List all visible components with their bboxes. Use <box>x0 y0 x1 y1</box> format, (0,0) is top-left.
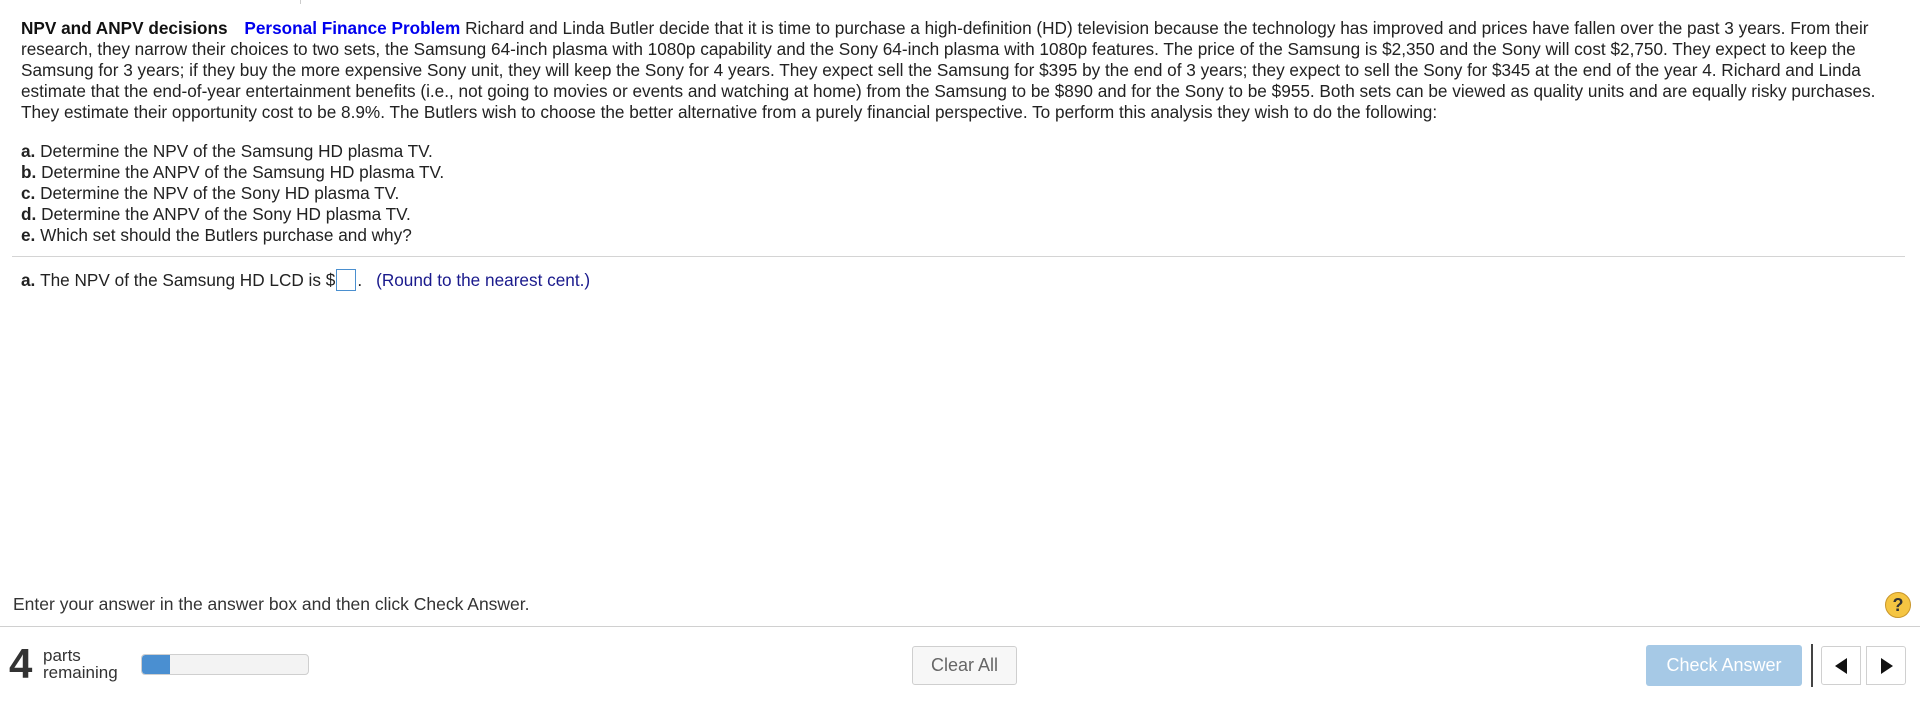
part-item: a. Determine the NPV of the Samsung HD p… <box>21 141 444 162</box>
parts-remaining-label: parts remaining <box>43 647 118 681</box>
part-item: c. Determine the NPV of the Sony HD plas… <box>21 183 444 204</box>
part-text: Which set should the Butlers purchase an… <box>40 225 412 245</box>
check-answer-button[interactable]: Check Answer <box>1646 645 1802 686</box>
parts-label-line2: remaining <box>43 663 118 682</box>
section-divider <box>12 256 1905 257</box>
previous-button[interactable] <box>1821 646 1861 685</box>
progress-fill <box>142 655 171 674</box>
part-text: Determine the ANPV of the Sony HD plasma… <box>41 204 411 224</box>
divider-tick <box>300 0 301 4</box>
part-item: d. Determine the ANPV of the Sony HD pla… <box>21 204 444 225</box>
parts-remaining-count: 4 <box>9 640 33 687</box>
answer-line: a. The NPV of the Samsung HD LCD is $. (R… <box>21 268 590 292</box>
question-page: NPV and ANPV decisions Personal Finance … <box>0 0 1920 703</box>
clear-all-button[interactable]: Clear All <box>912 646 1017 685</box>
triangle-right-icon <box>1881 658 1893 674</box>
footer-divider <box>0 626 1920 627</box>
part-text: Determine the ANPV of the Samsung HD pla… <box>41 162 445 182</box>
part-letter: e. <box>21 225 36 245</box>
part-text: Determine the NPV of the Sony HD plasma … <box>40 183 400 203</box>
parts-list: a. Determine the NPV of the Samsung HD p… <box>21 141 444 246</box>
instruction-text: Enter your answer in the answer box and … <box>13 594 530 614</box>
part-letter: a. <box>21 141 36 161</box>
parts-label-line1: parts <box>43 646 81 665</box>
problem-title: NPV and ANPV decisions <box>21 18 228 38</box>
part-letter: b. <box>21 162 37 182</box>
answer-prefix: The NPV of the Samsung HD LCD is $ <box>40 270 336 290</box>
part-text: Determine the NPV of the Samsung HD plas… <box>40 141 433 161</box>
answer-suffix: . <box>357 270 363 290</box>
progress-bar <box>141 654 309 675</box>
part-letter: c. <box>21 183 36 203</box>
part-item: e. Which set should the Butlers purchase… <box>21 225 444 246</box>
question-icon[interactable]: ? <box>1885 592 1911 618</box>
problem-tag[interactable]: Personal Finance Problem <box>244 18 460 38</box>
nav-separator <box>1811 644 1813 687</box>
part-letter: d. <box>21 204 37 224</box>
rounding-hint: (Round to the nearest cent.) <box>376 270 591 290</box>
next-button[interactable] <box>1866 646 1906 685</box>
part-item: b. Determine the ANPV of the Samsung HD … <box>21 162 444 183</box>
answer-letter: a. <box>21 270 36 290</box>
answer-input[interactable] <box>336 269 357 291</box>
problem-statement: NPV and ANPV decisions Personal Finance … <box>21 18 1901 123</box>
triangle-left-icon <box>1835 658 1847 674</box>
